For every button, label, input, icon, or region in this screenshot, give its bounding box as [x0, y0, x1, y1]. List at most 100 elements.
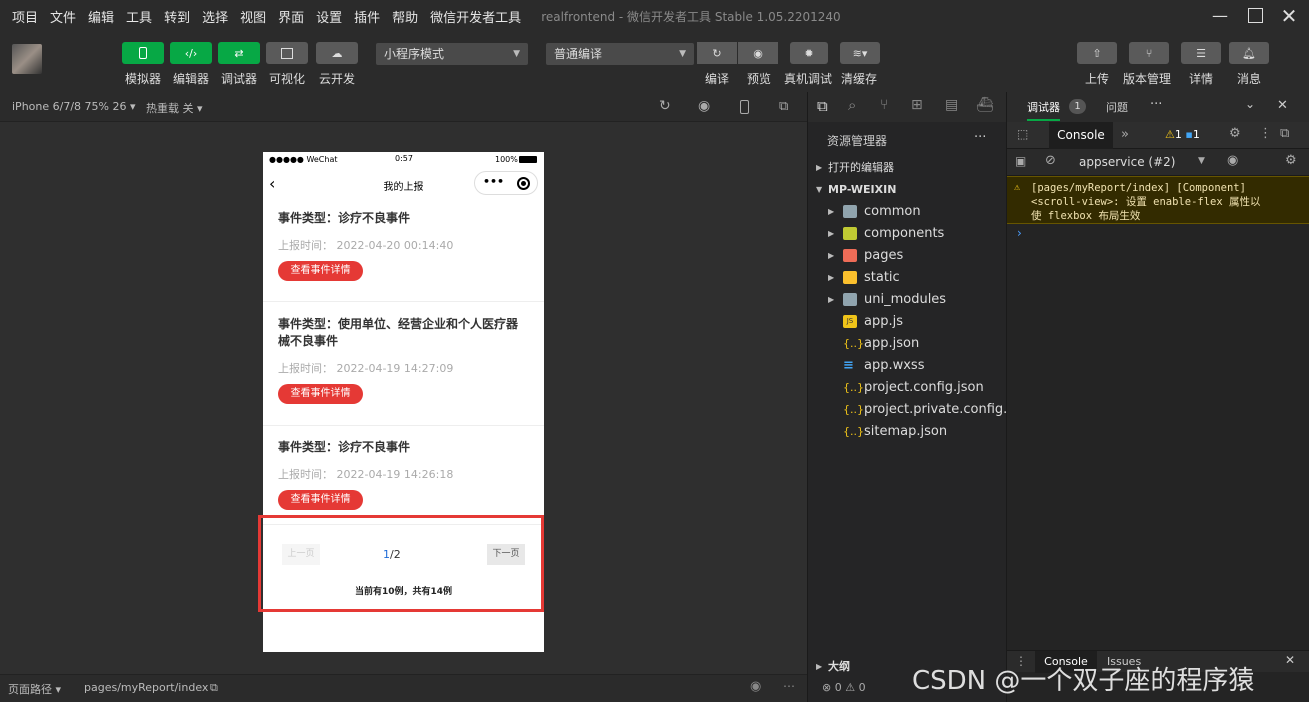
chevron-down-icon: ▼ [679, 49, 686, 59]
layout-icon [281, 47, 293, 59]
docker-icon[interactable]: ⛴ [976, 97, 994, 113]
menu-view[interactable]: 视图 [240, 7, 266, 26]
visual-button[interactable] [266, 42, 308, 64]
sidebar-toggle-icon[interactable]: ▣ [1015, 154, 1026, 168]
extensions-icon[interactable]: ⊞ [911, 97, 923, 113]
gear-icon[interactable]: ⚙ [1285, 153, 1297, 168]
close-icon[interactable]: ✕ [1285, 653, 1295, 667]
close-capsule-icon[interactable] [517, 177, 530, 190]
tree-file-app-wxss[interactable]: ≡ app.wxss [808, 355, 1007, 377]
menu-file[interactable]: 文件 [50, 7, 76, 26]
debugger-button[interactable]: ⇄ [218, 42, 260, 64]
menu-tools[interactable]: 工具 [126, 7, 152, 26]
phone-icon[interactable] [740, 100, 749, 114]
chevron-right-icon: ▶ [828, 229, 835, 238]
real-debug-button[interactable]: ✹ [790, 42, 828, 64]
tree-folder-common[interactable]: ▶ common [808, 201, 1007, 223]
menu-select[interactable]: 选择 [202, 7, 228, 26]
simulator-label: 模拟器 [124, 72, 161, 86]
editor-button[interactable]: ‹/› [170, 42, 212, 64]
activity-bar: ⧉ ⌕ ⑂ ⊞ ▤ ⛴ [808, 92, 1007, 122]
stop-icon[interactable]: ◉ [698, 98, 710, 114]
more-icon[interactable]: ⋯ [783, 679, 795, 693]
console-tab[interactable]: Console [1049, 122, 1113, 149]
chevron-down-icon[interactable]: ⌄ [1245, 97, 1255, 111]
problems-status[interactable]: ⊗ 0 ⚠ 0 [822, 681, 866, 694]
device-select[interactable]: iPhone 6/7/8 75% 26 ▾ [12, 100, 136, 113]
upload-icon: ⇧ [1092, 46, 1102, 60]
details-button[interactable]: ☰ [1181, 42, 1221, 64]
copy-icon[interactable]: ⧉ [210, 681, 218, 695]
kebab-icon[interactable]: ⋮ [1259, 126, 1272, 141]
dock-icon[interactable]: ⧉ [1280, 126, 1289, 141]
page-path-select[interactable]: 页面路径 ▾ [8, 681, 61, 697]
more-icon[interactable]: ··· [974, 130, 986, 145]
chevron-down-icon[interactable]: ▼ [1198, 156, 1205, 166]
menu-goto[interactable]: 转到 [164, 7, 190, 26]
open-editors-section[interactable]: ▶ 打开的编辑器 [808, 157, 1007, 179]
project-section[interactable]: ▼ MP-WEIXIN [808, 179, 1007, 201]
detach-icon[interactable]: ⧉ [779, 99, 788, 114]
menu-settings[interactable]: 设置 [316, 7, 342, 26]
version-button[interactable]: ⑂ [1129, 42, 1169, 64]
layout-icon[interactable]: ▤ [945, 97, 958, 113]
gear-icon[interactable]: ⚙ [1229, 126, 1241, 141]
more-icon[interactable]: ··· [1150, 97, 1162, 112]
view-detail-button[interactable]: 查看事件详情 [278, 490, 363, 510]
compile-select[interactable]: 普通编译 ▼ [546, 43, 694, 65]
view-detail-button[interactable]: 查看事件详情 [278, 384, 363, 404]
files-icon[interactable]: ⧉ [817, 97, 828, 115]
search-icon[interactable]: ⌕ [848, 96, 856, 114]
messages-button[interactable]: 🔔︎ [1229, 42, 1269, 64]
tree-file-sitemap[interactable]: {..} sitemap.json [808, 421, 1007, 443]
avatar[interactable] [12, 44, 42, 74]
close-window-icon[interactable]: ✕ [1278, 5, 1300, 27]
maximize-icon[interactable] [1244, 5, 1266, 27]
menu-interface[interactable]: 界面 [278, 7, 304, 26]
open-editors-label: 打开的编辑器 [828, 161, 894, 174]
tree-file-app-json[interactable]: {..} app.json [808, 333, 1007, 355]
tree-file-project-config[interactable]: {..} project.config.json [808, 377, 1007, 399]
menu-wechat-devtools[interactable]: 微信开发者工具 [430, 7, 521, 26]
folder-icon [843, 227, 857, 240]
devtools-tabbar: 调试器 1 问题 ··· ⌄ ✕ [1007, 92, 1309, 122]
upload-button[interactable]: ⇧ [1077, 42, 1117, 64]
tree-folder-static[interactable]: ▶ static [808, 267, 1007, 289]
tab-issues[interactable]: 问题 [1106, 99, 1128, 115]
more-dots-icon[interactable]: ••• [483, 175, 504, 188]
context-select[interactable]: appservice (#2) [1079, 155, 1175, 169]
view-detail-button[interactable]: 查看事件详情 [278, 261, 363, 281]
capsule-menu[interactable]: ••• [474, 171, 538, 195]
chevron-right-icon: ▶ [816, 662, 823, 671]
eye-icon[interactable]: ◉ [1227, 153, 1238, 168]
eye-icon[interactable]: ◉ [750, 679, 761, 694]
clear-console-icon[interactable]: ⊘ [1045, 153, 1056, 168]
menu-plugins[interactable]: 插件 [354, 7, 380, 26]
menu-edit[interactable]: 编辑 [88, 7, 114, 26]
preview-button[interactable]: ◉ [738, 42, 778, 64]
clear-cache-button[interactable]: ≋▾ [840, 42, 880, 64]
compile-button[interactable]: ↻ [697, 42, 737, 64]
double-chevron-icon[interactable]: » [1121, 127, 1129, 142]
hot-reload-select[interactable]: 热重载 关 ▾ [146, 100, 203, 116]
tree-folder-pages[interactable]: ▶ pages [808, 245, 1007, 267]
tree-file-project-private-config[interactable]: {..} project.private.config.js... [808, 399, 1030, 421]
tree-folder-components[interactable]: ▶ components [808, 223, 1007, 245]
close-icon[interactable]: ✕ [1277, 98, 1288, 113]
warning-counter[interactable]: ⚠1 ▪1 [1165, 128, 1200, 141]
simulator-button[interactable] [122, 42, 164, 64]
rotate-icon[interactable]: ↻ [659, 98, 671, 114]
tab-debugger[interactable]: 调试器 [1027, 99, 1060, 121]
menu-project[interactable]: 项目 [12, 7, 38, 26]
git-icon[interactable]: ⑂ [880, 97, 888, 113]
card-title: 事件类型：诊疗不良事件 [278, 440, 411, 454]
inspect-icon[interactable]: ⬚ [1017, 127, 1028, 141]
tree-folder-uni-modules[interactable]: ▶ uni_modules [808, 289, 1007, 311]
menu-help[interactable]: 帮助 [392, 7, 418, 26]
mode-select[interactable]: 小程序模式 ▼ [376, 43, 528, 65]
minimize-icon[interactable]: — [1209, 5, 1231, 27]
tree-file-app-js[interactable]: JS app.js [808, 311, 1007, 333]
project-label: MP-WEIXIN [828, 183, 897, 196]
console-prompt-icon[interactable]: › [1017, 226, 1022, 240]
cloud-button[interactable]: ☁ [316, 42, 358, 64]
